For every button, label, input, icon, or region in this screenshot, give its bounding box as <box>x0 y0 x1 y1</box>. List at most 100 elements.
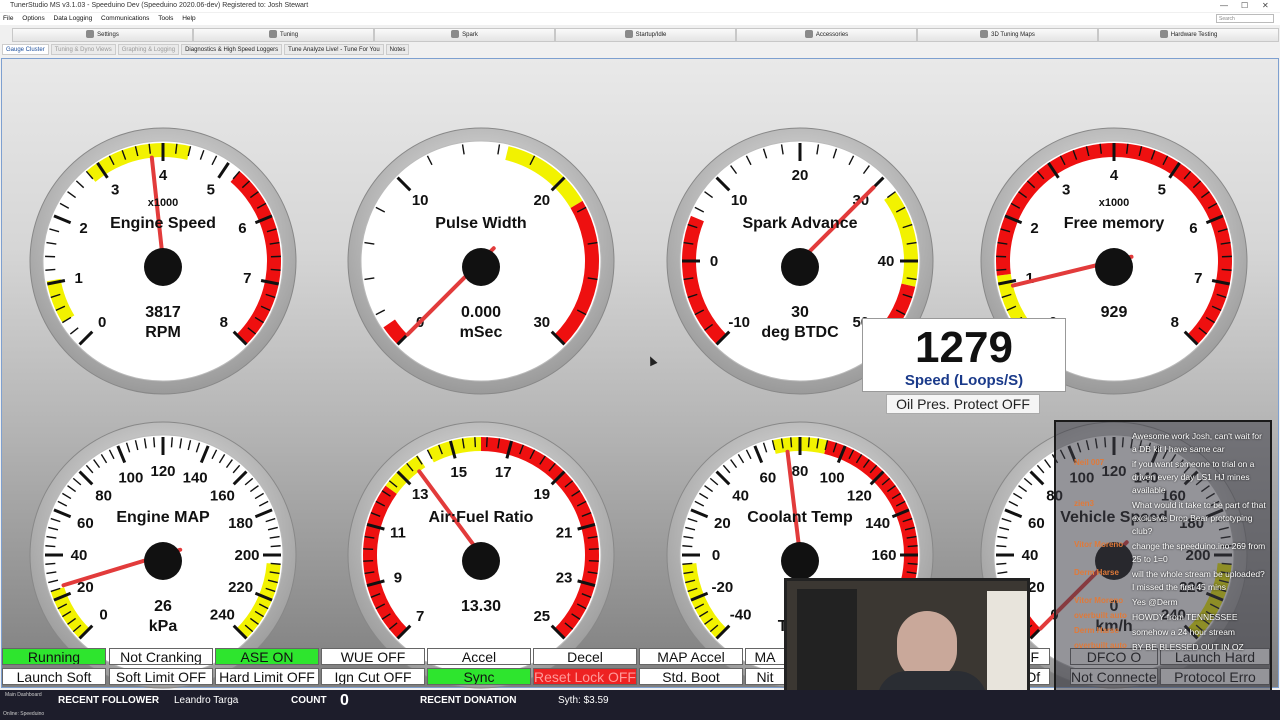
stream-bottom-bar: RECENT FOLLOWER Leandro Targa COUNT 0 RE… <box>0 690 1280 720</box>
gauge-hub <box>144 542 182 580</box>
chat-message: overbuilt auto BY BE BLESSED OUT IN OZ <box>1056 641 1270 654</box>
tuning-button[interactable]: Tuning <box>193 28 374 42</box>
startup-idle-button[interactable]: Startup/Idle <box>555 28 736 42</box>
mouse-cursor-icon <box>646 354 658 367</box>
chat-username: Neil 007 <box>1074 458 1105 467</box>
status-indicator: ASE ON <box>215 648 319 665</box>
gauge-tick-label: 10 <box>412 192 429 209</box>
tab-diagnostics[interactable]: Diagnostics & High Speed Loggers <box>181 44 283 55</box>
gauge-hub <box>144 248 182 286</box>
accessories-button[interactable]: Accessories <box>736 28 917 42</box>
status-indicator: MA <box>745 648 785 665</box>
tab-gauge-cluster[interactable]: Gauge Cluster <box>2 44 49 55</box>
status-indicator: Hard Limit OFF <box>215 668 319 685</box>
menu-file[interactable]: File <box>3 15 13 22</box>
stream-chat-overlay: Awesome work Josh, can't wait for a DB k… <box>1054 420 1272 710</box>
gauge-tick-label: 17 <box>495 464 512 481</box>
main-dashboard-tab[interactable]: Main Dashboard <box>5 690 65 700</box>
gauge-value: 26 <box>154 598 172 615</box>
chat-username: Vitor Moreno <box>1074 540 1124 549</box>
spark-plug-icon <box>451 30 460 39</box>
menu-data-logging[interactable]: Data Logging <box>54 15 93 22</box>
chat-message: Vitor Moreno Yes @Derm <box>1056 596 1270 609</box>
gauge-tick-label: 19 <box>533 486 550 503</box>
gauge-tick-label: 4 <box>1110 167 1119 184</box>
menu-tools[interactable]: Tools <box>158 15 173 22</box>
gauge-value: 929 <box>1100 304 1128 321</box>
close-icon[interactable]: ✕ <box>1262 0 1269 12</box>
gauge-unit: deg BTDC <box>761 324 839 341</box>
gauge-tick-label: 60 <box>760 469 777 486</box>
chat-message: overbuilt auto HOWDY from TENNESSEE <box>1056 611 1270 624</box>
gauge-pulse-width[interactable]: 0102030Pulse Width0.000mSec <box>347 127 615 395</box>
recent-donation-value: Syth: $3.59 <box>558 695 609 706</box>
gauge-hub <box>781 248 819 286</box>
status-indicator: Nit <box>745 668 785 685</box>
status-indicator: Accel <box>427 648 531 665</box>
maximize-icon[interactable]: ☐ <box>1241 0 1248 12</box>
menu-options[interactable]: Options <box>22 15 44 22</box>
window-title: TunerStudio MS v3.1.03 - Speeduino Dev (… <box>10 2 309 9</box>
loops-readout: 1279 Speed (Loops/S) <box>862 318 1066 392</box>
minimize-icon[interactable]: — <box>1220 0 1228 12</box>
chat-username: overbuilt auto <box>1074 611 1127 620</box>
gauge-tick-label: 9 <box>394 569 402 586</box>
gauge-hub <box>781 542 819 580</box>
settings-button[interactable]: Settings <box>12 28 193 42</box>
status-indicator: WUE OFF <box>321 648 425 665</box>
gauge-tick-label: 100 <box>118 469 143 486</box>
power-icon <box>624 30 633 39</box>
gauge-tick-label: 5 <box>207 181 215 198</box>
menu-help[interactable]: Help <box>182 15 195 22</box>
gauge-tick-label: 4 <box>159 167 168 184</box>
chat-username: Derm Harse <box>1074 626 1119 635</box>
gauge-title: Engine Speed <box>110 215 216 232</box>
tab-tune-analyze[interactable]: Tune Analyze Live! - Tune For You <box>284 44 384 55</box>
gauge-tick-label: 20 <box>792 167 809 184</box>
chat-message: zien3 What would it take to be part of th… <box>1056 499 1270 538</box>
gauge-tick-label: 40 <box>1022 547 1039 564</box>
chat-message: Awesome work Josh, can't wait for a DB k… <box>1056 430 1270 456</box>
gauge-title: Coolant Temp <box>747 509 853 526</box>
menu-communications[interactable]: Communications <box>101 15 149 22</box>
gauge-tick-label: 5 <box>1158 181 1166 198</box>
status-indicator: Sync <box>427 668 531 685</box>
hardware-testing-button[interactable]: Hardware Testing <box>1098 28 1279 42</box>
recent-donation-label: RECENT DONATION <box>420 695 517 706</box>
search-input[interactable]: Search <box>1216 14 1274 23</box>
chat-message: Derm Harse will the whole stream be uploa… <box>1056 568 1270 594</box>
gauge-tick-label: 7 <box>1194 270 1202 287</box>
webcam-background-door <box>987 591 1027 701</box>
gauge-tick-label: 160 <box>871 547 896 564</box>
gauge-title: Free memory <box>1063 215 1165 232</box>
chat-username: Derm Harse <box>1074 568 1119 577</box>
tab-notes[interactable]: Notes <box>385 44 410 55</box>
gauge-value: 3817 <box>145 304 181 321</box>
gauge-tick-label: 11 <box>390 525 406 542</box>
title-bar: TunerStudio MS v3.1.03 - Speeduino Dev (… <box>0 0 1280 12</box>
count-value: 0 <box>340 692 349 709</box>
spark-button[interactable]: Spark <box>374 28 555 42</box>
tab-graphing-logging[interactable]: Graphing & Logging <box>117 44 180 55</box>
gauge-tick-label: -20 <box>712 579 734 596</box>
chat-message: Derm Harse somehow a 24 hour stream <box>1056 626 1270 639</box>
3d-tuning-maps-button[interactable]: 3D Tuning Maps <box>917 28 1098 42</box>
gauge-title: Engine MAP <box>116 509 210 526</box>
tab-tuning-dyno[interactable]: Tuning & Dyno Views <box>50 44 116 55</box>
gauge-engine-speed[interactable]: 0 1 2 3 4 5 6 7 8 x1000 Engine Speed 3817 RPM <box>29 127 297 395</box>
gauge-value: 30 <box>791 304 809 321</box>
loops-label: Speed (Loops/S) <box>904 372 1024 389</box>
connection-status: Online: Speeduino <box>3 711 45 717</box>
gauge-tick-label: 0 <box>712 547 720 564</box>
gauge-hub <box>462 542 500 580</box>
chat-message: Neil 007 if you want someone to trial on … <box>1056 458 1270 497</box>
gauge-tick-label: 40 <box>878 253 895 270</box>
gauge-multiplier: x1000 <box>147 197 179 209</box>
hardware-icon <box>1159 30 1168 39</box>
gauge-unit: kPa <box>148 618 178 635</box>
gauge-tick-label: 200 <box>234 547 259 564</box>
gauge-tick-label: 80 <box>792 463 809 480</box>
count-label: COUNT <box>291 695 327 706</box>
gauge-tick-label: 220 <box>228 579 253 596</box>
status-indicator: MAP Accel <box>639 648 743 665</box>
